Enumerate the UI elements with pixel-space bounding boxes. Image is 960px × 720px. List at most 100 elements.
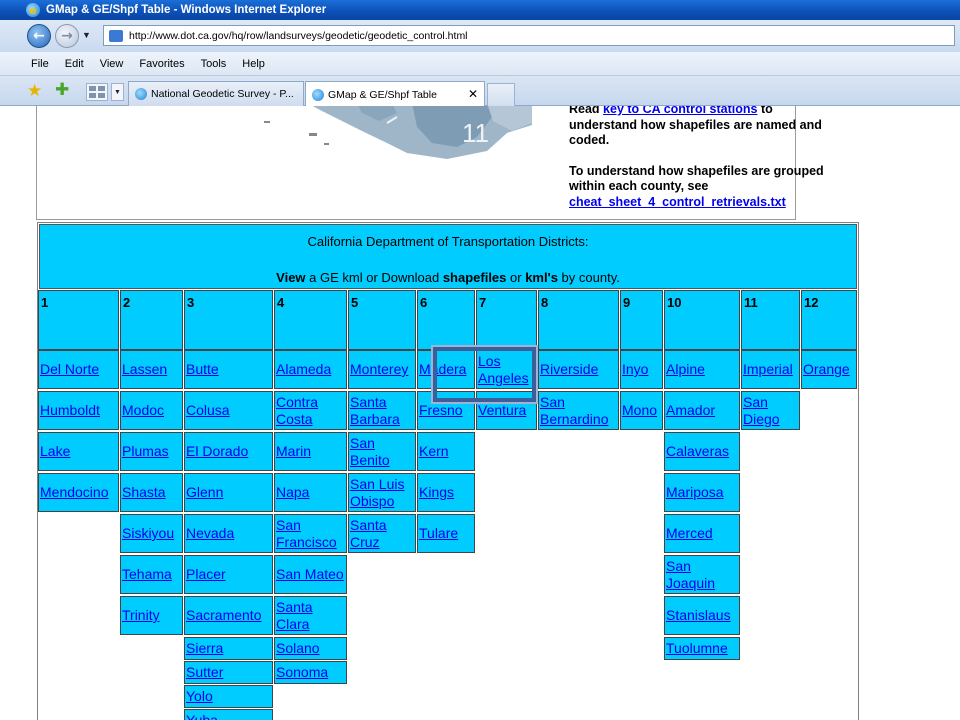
tab-gmap-table[interactable]: GMap & GE/Shpf Table ✕ [305, 81, 485, 107]
county-link-kings[interactable]: Kings [417, 473, 475, 512]
district-number-5: 5 [348, 290, 416, 350]
county-link-del-norte[interactable]: Del Norte [38, 350, 119, 389]
county-link-san-diego[interactable]: San Diego [741, 391, 800, 430]
tab-bar: ★ ✚ ▼ National Geodetic Survey - P... GM… [0, 76, 960, 107]
county-link-mendocino[interactable]: Mendocino [38, 473, 119, 512]
county-link-calaveras[interactable]: Calaveras [664, 432, 740, 471]
county-link-lake[interactable]: Lake [38, 432, 119, 471]
county-link-tehama[interactable]: Tehama [120, 555, 183, 594]
county-link-san-joaquin[interactable]: San Joaquin [664, 555, 740, 594]
county-link-san-mateo[interactable]: San Mateo [274, 555, 347, 594]
county-link-placer[interactable]: Placer [184, 555, 273, 594]
recent-pages-dropdown[interactable]: ▼ [82, 30, 91, 40]
county-link-san-francisco[interactable]: San Francisco [274, 514, 347, 553]
district-number-8: 8 [538, 290, 619, 350]
county-link-alameda[interactable]: Alameda [274, 350, 347, 389]
county-link-stanislaus[interactable]: Stanislaus [664, 596, 740, 635]
county-link-san-luis-obispo[interactable]: San Luis Obispo [348, 473, 416, 512]
info-text: Read key to CA control stations to under… [569, 106, 831, 211]
ie-page-icon [312, 88, 324, 101]
county-link-tulare[interactable]: Tulare [417, 514, 475, 553]
back-button[interactable]: ← [27, 24, 51, 48]
new-tab-button[interactable] [487, 83, 515, 106]
county-link-yolo[interactable]: Yolo [184, 685, 273, 708]
highlight-box [431, 345, 538, 404]
county-link-monterey[interactable]: Monterey [348, 350, 416, 389]
key-to-stations-link[interactable]: key to CA control stations [603, 106, 757, 116]
county-link-trinity[interactable]: Trinity [120, 596, 183, 635]
county-link-butte[interactable]: Butte [184, 350, 273, 389]
county-link-alpine[interactable]: Alpine [664, 350, 740, 389]
district-number-11: 11 [741, 290, 800, 350]
county-link-merced[interactable]: Merced [664, 514, 740, 553]
county-link-riverside[interactable]: Riverside [538, 350, 619, 389]
district-number-9: 9 [620, 290, 663, 350]
menu-favorites[interactable]: Favorites [131, 58, 192, 70]
district-number-1: 1 [38, 290, 119, 350]
county-link-santa-cruz[interactable]: Santa Cruz [348, 514, 416, 553]
menu-file[interactable]: File [0, 58, 57, 70]
county-link-santa-clara[interactable]: Santa Clara [274, 596, 347, 635]
info-paragraph-cheatsheet: To understand how shapefiles are grouped… [569, 163, 824, 209]
address-field[interactable]: http://www.dot.ca.gov/hq/row/landsurveys… [103, 25, 955, 46]
county-link-inyo[interactable]: Inyo [620, 350, 663, 389]
county-link-plumas[interactable]: Plumas [120, 432, 183, 471]
county-link-lassen[interactable]: Lassen [120, 350, 183, 389]
county-link-sacramento[interactable]: Sacramento [184, 596, 273, 635]
county-link-glenn[interactable]: Glenn [184, 473, 273, 512]
district-number-2: 2 [120, 290, 183, 350]
county-link-sonoma[interactable]: Sonoma [274, 661, 347, 684]
county-link-siskiyou[interactable]: Siskiyou [120, 514, 183, 553]
menu-bar: File Edit View Favorites Tools Help [0, 52, 960, 76]
county-link-marin[interactable]: Marin [274, 432, 347, 471]
tab-label: GMap & GE/Shpf Table [328, 88, 437, 101]
menu-tools[interactable]: Tools [193, 58, 235, 70]
county-link-imperial[interactable]: Imperial [741, 350, 800, 389]
county-link-kern[interactable]: Kern [417, 432, 475, 471]
county-link-santa-barbara[interactable]: Santa Barbara [348, 391, 416, 430]
tab-national-geodetic-survey[interactable]: National Geodetic Survey - P... [128, 81, 304, 106]
forward-button[interactable]: → [55, 24, 79, 48]
county-link-san-bernardino[interactable]: San Bernardino [538, 391, 619, 430]
county-link-yuba[interactable]: Yuba [184, 709, 273, 720]
county-link-modoc[interactable]: Modoc [120, 391, 183, 430]
add-favorite-icon[interactable]: ✚ [55, 82, 69, 99]
county-link-san-benito[interactable]: San Benito [348, 432, 416, 471]
county-link-solano[interactable]: Solano [274, 637, 347, 660]
menu-edit[interactable]: Edit [57, 58, 92, 70]
favorites-star-icon[interactable]: ★ [27, 83, 42, 100]
county-link-humboldt[interactable]: Humboldt [38, 391, 119, 430]
district-number-6: 6 [417, 290, 475, 350]
ie-logo-icon: e [26, 3, 40, 17]
county-link-el-dorado[interactable]: El Dorado [184, 432, 273, 471]
county-link-shasta[interactable]: Shasta [120, 473, 183, 512]
county-link-colusa[interactable]: Colusa [184, 391, 273, 430]
district-number-4: 4 [274, 290, 347, 350]
window-title: GMap & GE/Shpf Table - Windows Internet … [46, 4, 327, 16]
menu-view[interactable]: View [92, 58, 132, 70]
info-paragraph-key: Read key to CA control stations to under… [569, 106, 831, 149]
county-link-nevada[interactable]: Nevada [184, 514, 273, 553]
page-icon [109, 29, 123, 42]
cheat-sheet-link[interactable]: cheat_sheet_4_control_retrievals.txt [569, 195, 786, 209]
tab-list-dropdown[interactable]: ▼ [111, 83, 124, 101]
county-link-napa[interactable]: Napa [274, 473, 347, 512]
arrow-left-icon: ← [33, 28, 45, 44]
quick-tabs-button[interactable] [86, 83, 108, 101]
county-link-tuolumne[interactable]: Tuolumne [664, 637, 740, 660]
map-panel: 11 Read key to CA control stations to un… [36, 106, 824, 220]
county-link-mono[interactable]: Mono [620, 391, 663, 430]
county-link-orange[interactable]: Orange [801, 350, 857, 389]
close-tab-icon[interactable]: ✕ [468, 87, 478, 101]
county-link-sutter[interactable]: Sutter [184, 661, 273, 684]
county-link-mariposa[interactable]: Mariposa [664, 473, 740, 512]
address-toolbar: ← → ▼ http://www.dot.ca.gov/hq/row/lands… [0, 20, 960, 52]
url-text: http://www.dot.ca.gov/hq/row/landsurveys… [129, 29, 468, 42]
county-link-sierra[interactable]: Sierra [184, 637, 273, 660]
district-number-12: 12 [801, 290, 857, 350]
county-link-contra-costa[interactable]: Contra Costa [274, 391, 347, 430]
map-region-label: 11 [462, 118, 489, 148]
county-link-amador[interactable]: Amador [664, 391, 740, 430]
menu-help[interactable]: Help [234, 58, 273, 70]
arrow-right-icon: → [61, 28, 73, 44]
